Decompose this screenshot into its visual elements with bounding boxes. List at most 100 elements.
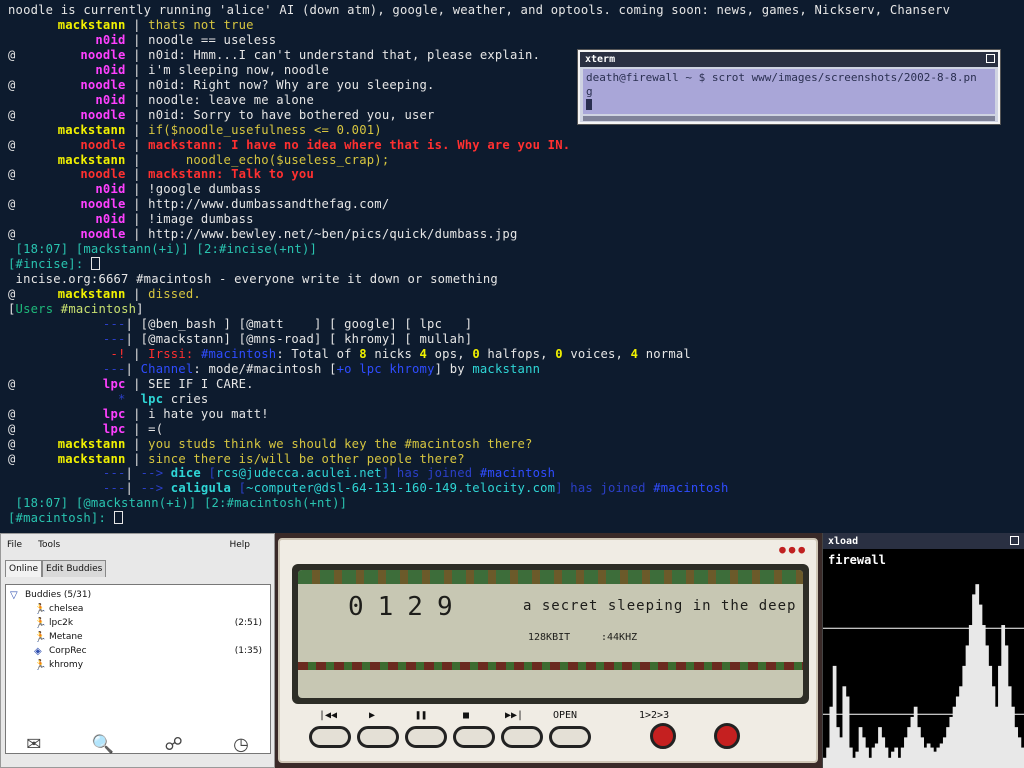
separator: | <box>125 92 149 107</box>
nick[interactable]: lpc <box>16 407 126 422</box>
away-clock-icon[interactable]: ◷ <box>233 734 249 755</box>
menu-file[interactable]: File <box>7 540 22 550</box>
nick[interactable]: n0id <box>16 33 126 48</box>
message-text: [@mackstann] [@mns-road] [ khromy] [ mul… <box>140 331 473 346</box>
nick[interactable]: --- <box>16 332 126 347</box>
nick[interactable]: mackstann <box>16 18 126 33</box>
buddy-row[interactable]: 🏃 khromy <box>10 658 266 672</box>
prev-button[interactable] <box>309 726 351 748</box>
pause-button[interactable] <box>405 726 447 748</box>
nick[interactable]: n0id <box>16 93 126 108</box>
op-marker: @ <box>8 436 16 451</box>
nick[interactable]: * <box>16 392 126 407</box>
expander-triangle-icon[interactable]: ▽ <box>10 590 22 601</box>
nick[interactable]: mackstann <box>16 437 126 452</box>
irc-line: @ noodle | mackstann: I have no idea wher… <box>8 138 570 153</box>
load-bar <box>897 757 902 768</box>
xload-title: xload <box>828 536 859 547</box>
xload-titlebar[interactable]: xload <box>823 533 1024 549</box>
nick[interactable]: mackstann <box>16 452 126 467</box>
send-message-icon[interactable]: ✉ <box>26 734 41 755</box>
load-bar <box>861 737 866 768</box>
nick[interactable]: -! <box>16 347 126 362</box>
separator: | <box>125 212 149 227</box>
load-bar <box>1001 625 1006 768</box>
player-screen: 0129 a secret sleeping in the deep 128KB… <box>292 564 809 704</box>
nick[interactable]: --- <box>16 481 126 496</box>
load-bar <box>858 727 863 768</box>
eject-button[interactable] <box>714 723 740 749</box>
get-info-icon[interactable]: 🔍 <box>92 734 114 755</box>
op-marker: @ <box>8 451 16 466</box>
irc-line: [18:07] [mackstann(+i)] [2:#incise(+nt)] <box>8 242 317 257</box>
menu-tools[interactable]: Tools <box>38 540 60 550</box>
nick[interactable]: noodle <box>16 108 126 123</box>
xterm-scrollbar[interactable] <box>583 116 995 121</box>
tab-edit-buddies[interactable]: Edit Buddies <box>42 560 107 577</box>
tab-online[interactable]: Online <box>5 560 43 577</box>
position-vine[interactable] <box>298 662 803 670</box>
nick[interactable]: mackstann <box>16 153 126 168</box>
xterm-window[interactable]: xterm death@firewall ~ $ scrot www/image… <box>577 49 1001 125</box>
next-button[interactable] <box>501 726 543 748</box>
open-button[interactable] <box>549 726 591 748</box>
buddy-row[interactable]: 🏃 lpc2k (2:51) <box>10 616 266 630</box>
maximize-icon[interactable] <box>1010 536 1019 545</box>
window-buttons-icon[interactable]: ●●● <box>779 543 808 556</box>
load-bar <box>887 757 892 768</box>
op-marker <box>8 347 16 361</box>
message-text: you studs think we should key the #macin… <box>148 436 533 451</box>
buddy-group[interactable]: ▽ Buddies (5/31) <box>10 588 266 602</box>
xterm-line-2: g <box>586 85 593 98</box>
play-button[interactable] <box>357 726 399 748</box>
buddy-row[interactable]: 🏃 chelsea <box>10 602 266 616</box>
nick[interactable]: mackstann <box>16 123 126 138</box>
message-text: [#macintosh]: <box>8 511 114 526</box>
op-marker <box>8 153 16 167</box>
nick[interactable]: noodle <box>16 227 126 242</box>
xterm-titlebar[interactable]: xterm <box>580 52 998 67</box>
nick[interactable]: mackstann <box>16 287 126 302</box>
irc-line: ---| Channel: mode/#macintosh [+o lpc kh… <box>8 362 540 377</box>
message-text: SEE IF I CARE. <box>148 376 254 391</box>
chat-icon[interactable]: ☍ <box>164 734 182 755</box>
load-bar <box>975 584 980 768</box>
separator: | <box>125 466 141 481</box>
message-text: normal <box>638 346 691 361</box>
nick[interactable]: lpc <box>16 377 126 392</box>
nick[interactable]: lpc <box>16 422 126 437</box>
op-marker: @ <box>8 227 16 242</box>
load-bar <box>952 706 957 768</box>
buddy-name: khromy <box>49 660 84 670</box>
load-bar <box>949 716 954 768</box>
buddy-row[interactable]: ◈ CorpRec (1:35) <box>10 644 266 658</box>
message-text: dissed. <box>148 287 201 302</box>
nick[interactable]: noodle <box>16 197 126 212</box>
nick[interactable]: n0id <box>16 63 126 78</box>
repeat-button[interactable] <box>650 723 676 749</box>
stop-button[interactable] <box>453 726 495 748</box>
nick[interactable]: n0id <box>16 182 126 197</box>
next-icon: ▶▶| <box>505 710 524 721</box>
nick[interactable]: n0id <box>16 212 126 227</box>
nick[interactable]: noodle <box>16 48 126 63</box>
op-marker <box>8 362 16 376</box>
load-bar <box>965 645 970 768</box>
load-bar <box>852 757 856 768</box>
nick[interactable]: --- <box>16 317 126 332</box>
menu-help[interactable]: Help <box>229 540 250 550</box>
nick[interactable]: noodle <box>16 78 126 93</box>
input-cursor[interactable] <box>113 511 123 525</box>
message-text: nicks <box>366 346 420 361</box>
nick[interactable]: --- <box>16 362 126 377</box>
buddy-row[interactable]: 🏃 Metane <box>10 630 266 644</box>
maximize-icon[interactable] <box>986 54 995 63</box>
bitrate: 128KBIT <box>528 632 571 643</box>
nick[interactable]: --- <box>16 466 126 481</box>
nick[interactable]: noodle <box>16 138 126 153</box>
xterm-body[interactable]: death@firewall ~ $ scrot www/images/scre… <box>583 69 995 114</box>
input-cursor[interactable] <box>90 257 100 271</box>
irc-line: mackstann | thats not true <box>8 18 254 33</box>
nick[interactable]: noodle <box>16 167 126 182</box>
message-text: http://www.bewley.net/~ben/pics/quick/du… <box>148 227 518 242</box>
